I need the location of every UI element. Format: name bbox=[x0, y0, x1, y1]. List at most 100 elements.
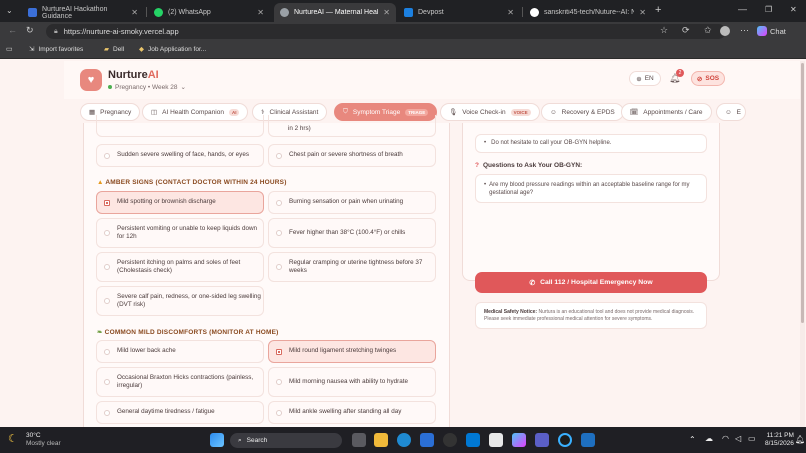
sos-button[interactable]: ⊘ SOS bbox=[691, 71, 725, 86]
taskbar-search[interactable]: ⌕ Search bbox=[230, 433, 342, 448]
restore-icon[interactable]: ❐ bbox=[765, 5, 772, 14]
tab-menu-icon[interactable]: ⌄ bbox=[6, 6, 16, 16]
edge-icon[interactable] bbox=[397, 433, 411, 447]
clock[interactable]: 11:21 PM 8/15/2026 bbox=[765, 432, 794, 449]
tab-voice-check-in[interactable]: 🎙︎ Voice Check-in VOICE bbox=[440, 103, 540, 121]
checkbox[interactable] bbox=[104, 409, 110, 416]
teams-icon[interactable] bbox=[535, 433, 549, 447]
file-explorer-icon[interactable] bbox=[374, 433, 388, 447]
checkbox[interactable] bbox=[104, 230, 110, 236]
refresh-icon[interactable]: ↻ bbox=[26, 25, 34, 36]
checkbox[interactable] bbox=[104, 264, 110, 270]
close-window-icon[interactable]: ✕ bbox=[790, 5, 797, 14]
call-emergency-button[interactable]: ✆ Call 112 / Hospital Emergency Now bbox=[475, 272, 707, 293]
new-tab-icon[interactable]: + bbox=[655, 4, 661, 16]
lock-icon: 🔒︎ bbox=[54, 27, 58, 35]
vscode-icon[interactable] bbox=[581, 433, 595, 447]
symptom-card[interactable]: Persistent vomiting or unable to keep li… bbox=[96, 218, 264, 248]
symptom-card[interactable]: Mild morning nausea with ability to hydr… bbox=[268, 367, 436, 397]
import-icon: ⇲ bbox=[29, 46, 35, 53]
more-icon[interactable]: ⋯ bbox=[740, 25, 749, 36]
notifications-icon[interactable]: 🔔︎ bbox=[795, 435, 805, 444]
cortana-icon[interactable] bbox=[558, 433, 572, 447]
tab-devpost[interactable]: Devpost ✕ bbox=[398, 3, 520, 22]
globe-icon bbox=[280, 8, 289, 17]
notes-icon[interactable] bbox=[489, 433, 503, 447]
tab-more[interactable]: ☺ E bbox=[716, 103, 746, 121]
tab-hackathon[interactable]: NurtureAI Hackathon Guidance ✕ bbox=[22, 3, 144, 22]
checkbox[interactable] bbox=[276, 264, 282, 270]
profile-avatar[interactable] bbox=[720, 26, 730, 36]
symptom-card[interactable]: Fever higher than 38°C (100.4°F) or chil… bbox=[268, 218, 436, 248]
extensions-icon[interactable]: ⟳ bbox=[682, 25, 690, 36]
symptom-card[interactable]: Persistent itching on palms and soles of… bbox=[96, 252, 264, 282]
symptom-card[interactable]: Sudden severe swelling of face, hands, o… bbox=[96, 144, 264, 167]
dell-icon[interactable] bbox=[443, 433, 457, 447]
symptom-card-selected[interactable]: Mild spotting or brownish discharge bbox=[96, 191, 264, 214]
cloud-icon[interactable]: ☁ bbox=[705, 434, 713, 443]
job-application-link[interactable]: ◆ Job Application for... bbox=[139, 45, 206, 54]
checkbox[interactable] bbox=[276, 409, 282, 416]
checkbox[interactable] bbox=[104, 152, 110, 159]
favorites-bar: ▭ ⇲ Import favorites ▰ Dell ◆ Job Applicati… bbox=[0, 41, 806, 59]
symptom-card[interactable]: General daytime tiredness / fatigue bbox=[96, 401, 264, 424]
symptom-card[interactable]: Occasional Braxton Hicks contractions (p… bbox=[96, 367, 264, 397]
mail-icon[interactable] bbox=[420, 433, 434, 447]
checkbox[interactable] bbox=[276, 199, 282, 206]
close-icon[interactable]: ✕ bbox=[639, 8, 646, 17]
close-icon[interactable]: ✕ bbox=[383, 8, 390, 17]
back-icon[interactable]: ← bbox=[8, 25, 17, 35]
import-favorites-link[interactable]: ⇲ Import favorites bbox=[29, 45, 83, 54]
checkbox[interactable] bbox=[276, 379, 282, 385]
close-icon[interactable]: ✕ bbox=[507, 8, 514, 17]
copilot-icon[interactable] bbox=[512, 433, 526, 447]
close-icon[interactable]: ✕ bbox=[131, 8, 138, 17]
star-icon[interactable]: ☆ bbox=[660, 25, 668, 36]
checkbox[interactable] bbox=[104, 348, 110, 355]
url-input[interactable]: 🔒︎ https://nurture-ai-smoky.vercel.app bbox=[46, 24, 726, 39]
symptom-card[interactable]: Chest pain or severe shortness of breath bbox=[268, 144, 436, 167]
symptom-card[interactable]: Severe calf pain, redness, or one-sided … bbox=[96, 286, 264, 316]
close-icon[interactable]: ✕ bbox=[257, 8, 264, 17]
store-icon[interactable] bbox=[466, 433, 480, 447]
tab-github[interactable]: sanskriti45-tech/Nuture--AI: Nurtu ✕ bbox=[524, 3, 652, 22]
tab-recovery-epds[interactable]: ☺ Recovery & EPDS bbox=[541, 103, 624, 121]
checkbox[interactable] bbox=[276, 152, 282, 159]
battery-icon[interactable]: ▭ bbox=[748, 434, 756, 443]
checkbox[interactable] bbox=[276, 348, 282, 355]
scrollbar-thumb[interactable] bbox=[801, 63, 804, 323]
checkbox[interactable] bbox=[104, 298, 110, 304]
question-icon: ? bbox=[475, 162, 479, 169]
symptom-card[interactable]: Burning sensation or pain when urinating bbox=[268, 191, 436, 214]
symptom-card-selected[interactable]: Mild round ligament stretching twinges bbox=[268, 340, 436, 363]
volume-icon[interactable]: ◁ bbox=[735, 434, 741, 443]
weather-widget[interactable]: 30°C Mostly clear bbox=[26, 432, 61, 449]
tab-nurtureai[interactable]: NurtureAI — Maternal Health, Fet ✕ bbox=[274, 3, 396, 22]
dell-link[interactable]: ▰ Dell bbox=[104, 45, 124, 54]
tab-title: (2) WhatsApp bbox=[168, 9, 211, 16]
symptom-card[interactable]: Mild ankle swelling after standing all d… bbox=[268, 401, 436, 424]
card-partial[interactable] bbox=[96, 115, 264, 137]
pregnancy-week-selector[interactable]: Pregnancy • Week 28 ⌄ bbox=[108, 83, 186, 91]
symptom-card[interactable]: Regular cramping or uterine tightness be… bbox=[268, 252, 436, 282]
symptom-card[interactable]: Mild lower back ache bbox=[96, 340, 264, 363]
checkbox[interactable] bbox=[104, 379, 110, 385]
language-button[interactable]: ⊕ EN bbox=[629, 71, 661, 86]
start-icon[interactable] bbox=[210, 433, 224, 447]
card-partial[interactable] bbox=[268, 115, 436, 137]
tab-appointments[interactable]: 🗓︎ Appointments / Care bbox=[621, 103, 712, 121]
task-view-icon[interactable] bbox=[352, 433, 366, 447]
sidebar-toggle-icon[interactable]: ▭ bbox=[6, 45, 13, 53]
tab-whatsapp[interactable]: (2) WhatsApp ✕ bbox=[148, 3, 270, 22]
copilot-chat-button[interactable]: Chat bbox=[757, 26, 786, 36]
minimize-icon[interactable]: — bbox=[738, 4, 747, 14]
wifi-icon[interactable]: ◠ bbox=[722, 434, 729, 443]
weather-icon[interactable]: ☾ bbox=[8, 432, 18, 445]
checkbox[interactable] bbox=[276, 230, 282, 236]
nurture-app: ♥ NurtureAI Pregnancy • Week 28 ⌄ ⊕ EN 🔔︎ … bbox=[64, 61, 805, 427]
checkbox[interactable] bbox=[104, 199, 110, 206]
chevron-up-icon[interactable]: ⌃ bbox=[689, 435, 696, 444]
app-header: ♥ NurtureAI Pregnancy • Week 28 ⌄ ⊕ EN 🔔︎ … bbox=[64, 61, 805, 99]
tab-title: NurtureAI — Maternal Health, Fet bbox=[294, 9, 378, 16]
favorites-icon[interactable]: ✩ bbox=[704, 25, 712, 36]
